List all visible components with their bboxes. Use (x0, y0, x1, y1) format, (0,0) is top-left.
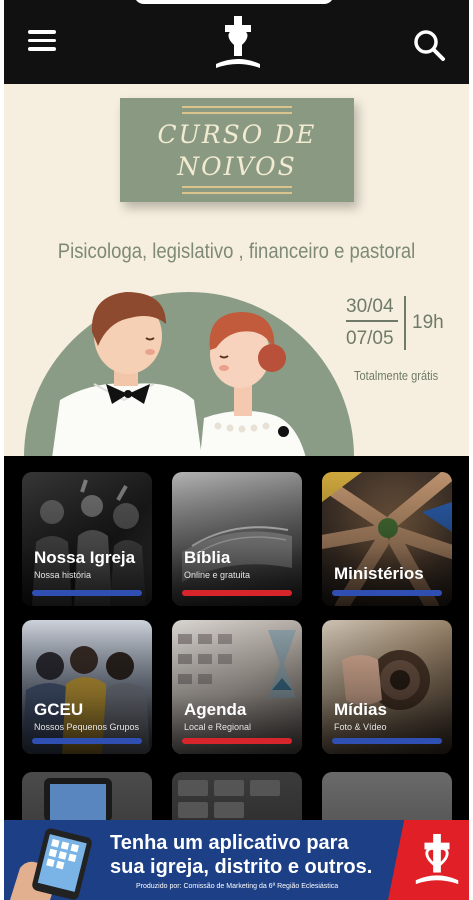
course-title-line1: CURSO DE (157, 120, 317, 149)
app-screen: CURSO DE NOIVOS Pisicologa, legislativo … (4, 0, 469, 900)
ad-headline-line1: Tenha um aplicativo para (110, 832, 349, 854)
tile-accent-bar (32, 738, 142, 744)
carousel-indicator[interactable] (278, 426, 289, 437)
tile-gceu[interactable]: GCEU Nossos Pequenos Grupos (22, 620, 152, 754)
tile-nossa-igreja[interactable]: Nossa Igreja Nossa história (22, 472, 152, 606)
tile-accent-bar (332, 590, 442, 596)
promo-banner[interactable]: CURSO DE NOIVOS Pisicologa, legislativo … (4, 84, 469, 456)
app-promo-ad[interactable]: Tenha um aplicativo para sua igreja, dis… (4, 820, 469, 900)
tile-subtitle: Online e gratuita (184, 570, 251, 580)
ad-logo-background (388, 820, 469, 900)
tile-biblia[interactable]: Bíblia Online e gratuita (172, 472, 302, 606)
tile-label: Bíblia (184, 548, 231, 567)
status-notch (134, 0, 334, 4)
tile-accent-bar (182, 590, 292, 596)
tile-accent-bar (332, 738, 442, 744)
hamburger-menu-icon[interactable] (28, 30, 60, 56)
cross-church-logo-icon[interactable] (210, 14, 266, 72)
event-time: 19h (412, 312, 444, 333)
tile-accent-bar (182, 738, 292, 744)
date-first: 30/04 (346, 296, 394, 317)
course-title-card: CURSO DE NOIVOS (120, 98, 354, 202)
search-icon[interactable] (412, 28, 446, 62)
tile-subtitle: Nossos Pequenos Grupos (34, 722, 140, 732)
tile-subtitle: Foto & Vídeo (334, 722, 387, 732)
ad-credit: Produzido por: Comissão de Marketing da … (136, 883, 339, 890)
tile-midias[interactable]: Mídias Foto & Vídeo (322, 620, 452, 754)
banner-subtitle: Pisicologa, legislativo , financeiro e p… (57, 240, 416, 263)
tile-subtitle: Local e Regional (184, 722, 252, 732)
tile-label: Nossa Igreja (34, 548, 136, 567)
tile-agenda[interactable]: Agenda Local e Regional (172, 620, 302, 754)
date-second: 07/05 (346, 328, 394, 349)
free-label: Totalmente grátis (354, 368, 439, 383)
tile-subtitle: Nossa história (34, 570, 92, 580)
tile-ministerios[interactable]: Ministérios (322, 472, 452, 606)
top-bar (4, 0, 469, 84)
tile-label: Mídias (334, 700, 387, 719)
tile-label: Agenda (184, 700, 247, 719)
tile-label: Ministérios (334, 564, 424, 583)
tile-label: GCEU (34, 700, 84, 719)
ad-headline-line2: sua igreja, distrito e outros. (110, 856, 373, 878)
menu-grid: Nossa Igreja Nossa história Bíblia Onlin… (4, 456, 469, 900)
smartphone-in-hand-icon (10, 828, 92, 900)
course-title-line2: NOIVOS (177, 152, 297, 181)
tile-accent-bar (32, 590, 142, 596)
cross-church-logo-icon (415, 833, 459, 885)
